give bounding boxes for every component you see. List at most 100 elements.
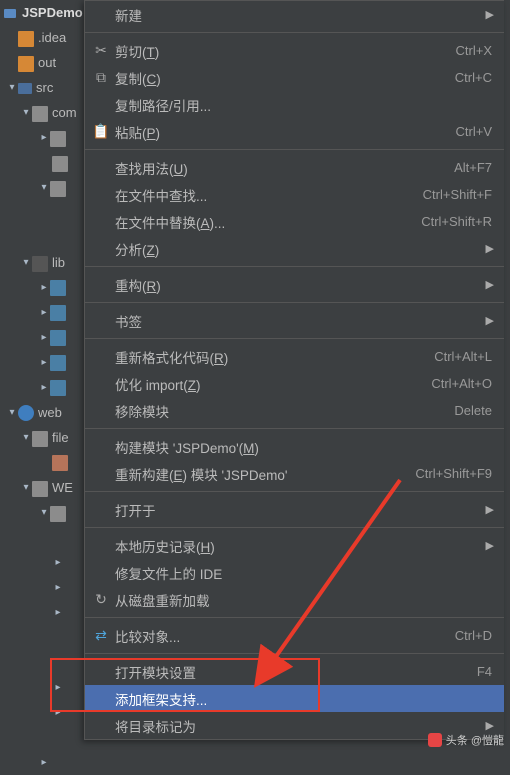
tree-node[interactable]	[0, 450, 90, 475]
menu-make-module[interactable]: 构建模块 'JSPDemo'(M)	[85, 433, 504, 460]
menu-label: 书签	[111, 311, 482, 331]
menu-cut[interactable]: ✂ 剪切(T) Ctrl+X	[85, 37, 504, 64]
project-root[interactable]: JSPDemo	[0, 0, 90, 25]
tree-node-idea[interactable]: .idea	[0, 25, 90, 50]
menu-separator	[85, 428, 504, 429]
tree-node[interactable]: ▸	[0, 275, 90, 300]
menu-refactor[interactable]: 重构(R) ▶	[85, 271, 504, 298]
tree-node-we[interactable]: ▾ WE	[0, 475, 90, 500]
submenu-arrow-icon: ▶	[482, 242, 494, 255]
tree-node[interactable]: ▸	[0, 575, 90, 600]
menu-copy[interactable]: ⧉ 复制(C) Ctrl+C	[85, 64, 504, 91]
shortcut: Ctrl+C	[455, 70, 494, 85]
menu-optimize-imports[interactable]: 优化 import(Z) Ctrl+Alt+O	[85, 370, 504, 397]
menu-separator	[85, 302, 504, 303]
menu-label: 修复文件上的 IDE	[111, 563, 494, 583]
tree-label: lib	[52, 255, 65, 270]
menu-label: 新建	[111, 5, 482, 25]
menu-paste[interactable]: 📋 粘贴(P) Ctrl+V	[85, 118, 504, 145]
tree-node[interactable]: ▸	[0, 675, 90, 700]
tree-label: .idea	[38, 30, 66, 45]
menu-label: 在文件中查找...	[111, 185, 423, 205]
menu-copy-path[interactable]: 复制路径/引用...	[85, 91, 504, 118]
shortcut: Ctrl+X	[456, 43, 494, 58]
menu-label: 重新格式化代码(R)	[111, 347, 434, 367]
menu-rebuild-module[interactable]: 重新构建(E) 模块 'JSPDemo' Ctrl+Shift+F9	[85, 460, 504, 487]
tree-node[interactable]: ▸	[0, 325, 90, 350]
copy-icon: ⧉	[91, 69, 111, 86]
menu-replace-in-files[interactable]: 在文件中替换(A)... Ctrl+Shift+R	[85, 208, 504, 235]
tree-node[interactable]: ▸	[0, 550, 90, 575]
tree-label: file	[52, 430, 69, 445]
menu-reformat[interactable]: 重新格式化代码(R) Ctrl+Alt+L	[85, 343, 504, 370]
folder-icon	[32, 481, 48, 497]
package-icon	[50, 181, 66, 197]
submenu-arrow-icon: ▶	[482, 8, 494, 21]
tree-label: WE	[52, 480, 73, 495]
menu-find-in-files[interactable]: 在文件中查找... Ctrl+Shift+F	[85, 181, 504, 208]
submenu-arrow-icon: ▶	[482, 278, 494, 291]
tree-node-web[interactable]: ▾ web	[0, 400, 90, 425]
tree-node-out[interactable]: out	[0, 50, 90, 75]
menu-compare-with[interactable]: ⇄ 比较对象... Ctrl+D	[85, 622, 504, 649]
tree-node[interactable]: ▸	[0, 350, 90, 375]
tree-node-file[interactable]: ▾ file	[0, 425, 90, 450]
menu-label: 在文件中替换(A)...	[111, 212, 421, 232]
tree-node-lib[interactable]: ▾ lib	[0, 250, 90, 275]
menu-label: 添加框架支持...	[111, 689, 494, 709]
menu-open-in[interactable]: 打开于 ▶	[85, 496, 504, 523]
shortcut: F4	[477, 664, 494, 679]
chevron-down-icon: ▾	[20, 432, 32, 443]
reload-icon: ↻	[91, 591, 111, 608]
tree-label: com	[52, 105, 77, 120]
file-icon	[52, 455, 68, 471]
folder-icon	[18, 31, 34, 47]
tree-node[interactable]: ▸	[0, 300, 90, 325]
menu-add-framework[interactable]: 添加框架支持...	[85, 685, 504, 712]
web-icon	[18, 405, 34, 421]
menu-repair-ide[interactable]: 修复文件上的 IDE	[85, 559, 504, 586]
menu-separator	[85, 527, 504, 528]
project-root-label: JSPDemo	[22, 5, 83, 20]
chevron-right-icon: ▸	[38, 357, 50, 368]
tree-node[interactable]: ▸	[0, 700, 90, 725]
menu-local-history[interactable]: 本地历史记录(H) ▶	[85, 532, 504, 559]
menu-label: 比较对象...	[111, 626, 455, 646]
project-icon	[2, 5, 18, 21]
chevron-right-icon: ▸	[38, 132, 50, 143]
tree-node[interactable]: ▸	[0, 600, 90, 625]
tree-node[interactable]: ▾	[0, 500, 90, 525]
submenu-arrow-icon: ▶	[482, 539, 494, 552]
menu-module-settings[interactable]: 打开模块设置 F4	[85, 658, 504, 685]
chevron-right-icon: ▸	[52, 607, 64, 618]
tree-node[interactable]: ▸	[0, 125, 90, 150]
diff-icon: ⇄	[91, 627, 111, 644]
menu-label: 打开于	[111, 500, 482, 520]
chevron-right-icon: ▸	[38, 757, 50, 768]
menu-label: 构建模块 'JSPDemo'(M)	[111, 437, 494, 457]
menu-label: 查找用法(U)	[111, 158, 454, 178]
menu-analyze[interactable]: 分析(Z) ▶	[85, 235, 504, 262]
menu-bookmarks[interactable]: 书签 ▶	[85, 307, 504, 334]
menu-separator	[85, 617, 504, 618]
tree-node-src[interactable]: ▾ src	[0, 75, 90, 100]
menu-remove-module[interactable]: 移除模块 Delete	[85, 397, 504, 424]
menu-label: 复制路径/引用...	[111, 95, 494, 115]
tree-node[interactable]: ▾	[0, 175, 90, 200]
package-icon	[50, 131, 66, 147]
menu-separator	[85, 491, 504, 492]
tree-node-com[interactable]: ▾ com	[0, 100, 90, 125]
tree-node[interactable]: ▸	[0, 375, 90, 400]
jar-icon	[50, 330, 66, 346]
menu-label: 分析(Z)	[111, 239, 482, 259]
jar-icon	[50, 355, 66, 371]
tree-node[interactable]	[0, 150, 90, 175]
menu-new[interactable]: 新建 ▶	[85, 1, 504, 28]
menu-label: 重新构建(E) 模块 'JSPDemo'	[111, 464, 415, 484]
jar-icon	[50, 380, 66, 396]
menu-find-usages[interactable]: 查找用法(U) Alt+F7	[85, 154, 504, 181]
shortcut: Alt+F7	[454, 160, 494, 175]
tree-label: src	[36, 80, 53, 95]
menu-reload-disk[interactable]: ↻ 从磁盘重新加载	[85, 586, 504, 613]
shortcut: Ctrl+Shift+F9	[415, 466, 494, 481]
